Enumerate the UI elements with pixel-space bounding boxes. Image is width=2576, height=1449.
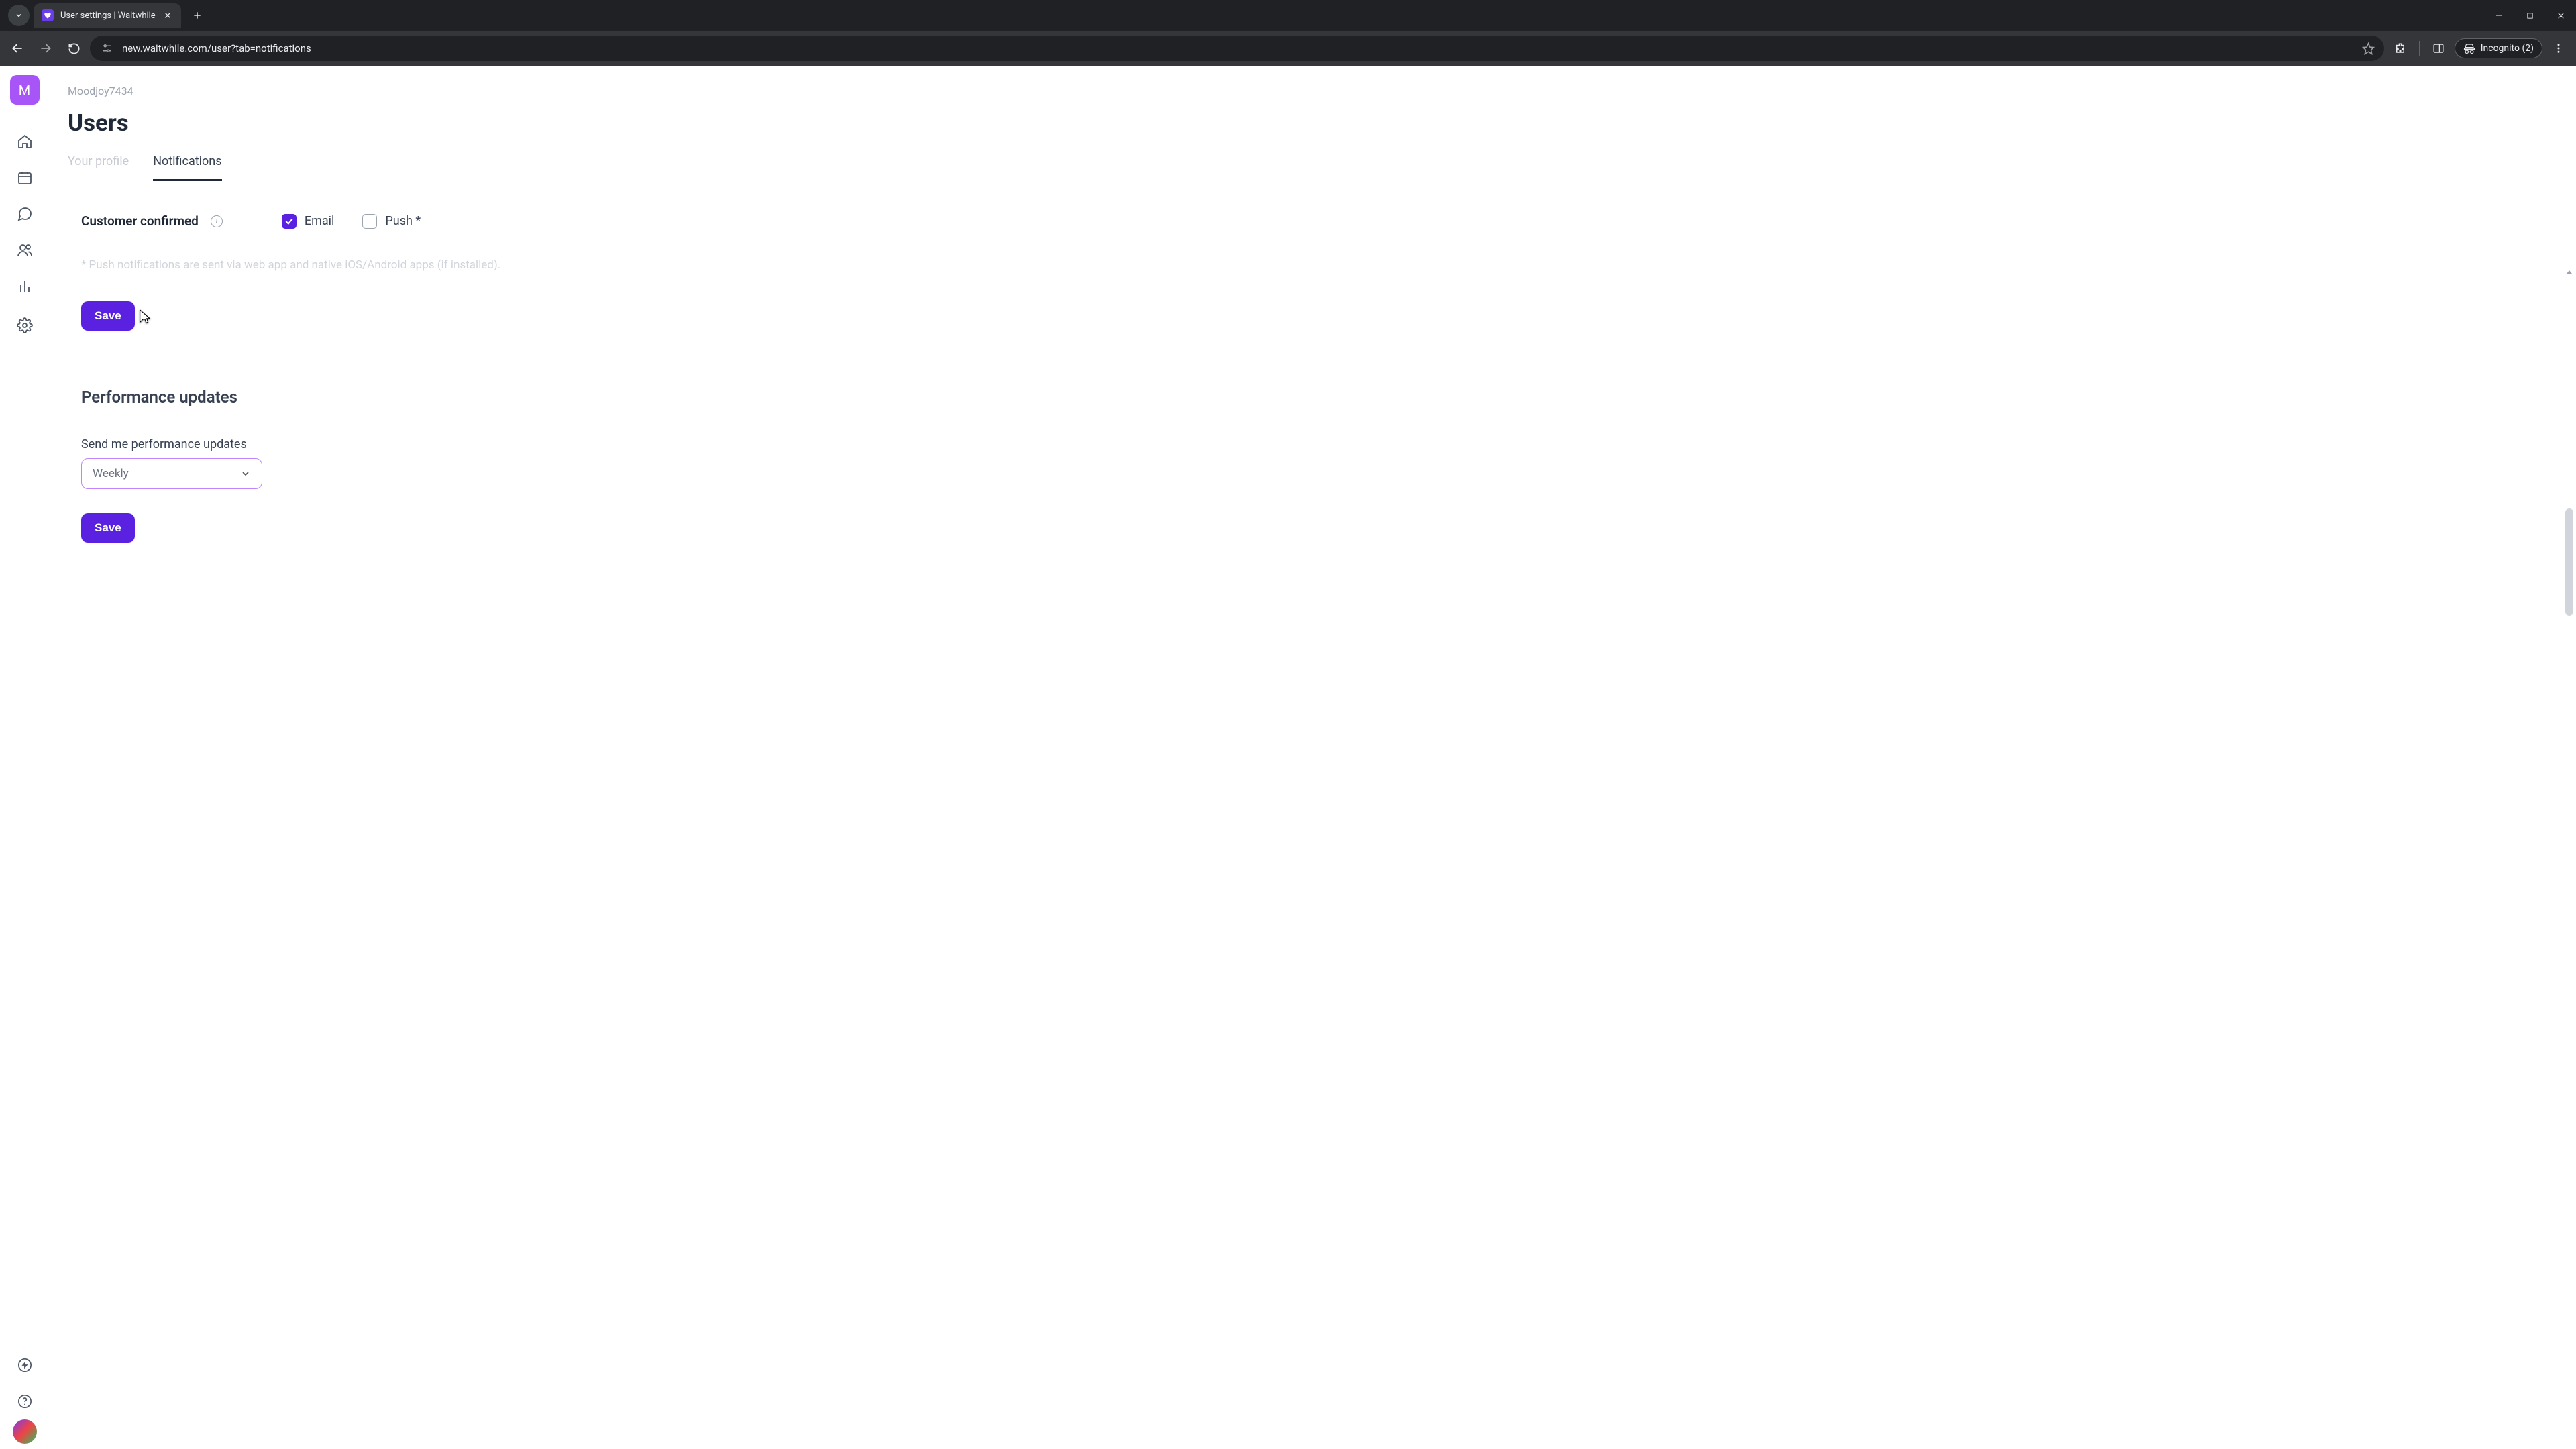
- tab-your-profile[interactable]: Your profile: [68, 154, 129, 181]
- tab-title: User settings | Waitwhile: [60, 11, 156, 21]
- bookmark-button[interactable]: [2362, 42, 2375, 55]
- tab-close-button[interactable]: [162, 10, 173, 21]
- sidebar-item-help[interactable]: [10, 1383, 40, 1419]
- sidebar-item-home[interactable]: [10, 123, 40, 160]
- info-icon[interactable]: i: [211, 215, 223, 227]
- toolbar-divider: [2419, 41, 2420, 56]
- address-bar[interactable]: new.waitwhile.com/user?tab=notifications: [90, 36, 2384, 61]
- sidepanel-button[interactable]: [2426, 36, 2451, 60]
- app: M Moodjoy7434 Users: [0, 66, 2576, 1449]
- performance-frequency-select[interactable]: Weekly: [81, 458, 262, 489]
- section-performance-heading: Performance updates: [81, 388, 2557, 407]
- sidebar-item-settings[interactable]: [10, 307, 40, 343]
- setting-customer-confirmed: Customer confirmed i Email Push *: [81, 213, 2557, 229]
- page-title: Users: [68, 109, 2557, 137]
- maximize-icon: [2526, 12, 2534, 19]
- page-header: Moodjoy7434 Users Your profile Notificat…: [49, 66, 2576, 181]
- bar-chart-icon: [17, 278, 33, 294]
- tabs-dropdown-button[interactable]: [8, 5, 30, 26]
- home-icon: [17, 133, 33, 150]
- window-close-button[interactable]: [2545, 0, 2576, 31]
- window-maximize-button[interactable]: [2514, 0, 2545, 31]
- tune-icon: [101, 42, 113, 54]
- arrow-right-icon: [39, 42, 52, 55]
- users-icon: [17, 242, 33, 258]
- close-icon: [164, 11, 172, 19]
- sidebar: M: [0, 66, 49, 1449]
- incognito-indicator[interactable]: Incognito (2): [2455, 38, 2542, 58]
- push-footnote: * Push notifications are sent via web ap…: [81, 258, 631, 272]
- content-area: Customer confirmed i Email Push * * Push…: [49, 181, 2576, 1437]
- gear-icon: [17, 317, 33, 333]
- puzzle-icon: [2394, 42, 2406, 54]
- checkbox-email[interactable]: [282, 214, 297, 229]
- window-controls: [2483, 0, 2576, 31]
- browser-tab[interactable]: User settings | Waitwhile: [34, 3, 181, 28]
- calendar-icon: [17, 170, 33, 186]
- browser-menu-button[interactable]: [2546, 36, 2571, 60]
- chevron-down-icon: [240, 468, 251, 479]
- page-tabs: Your profile Notifications: [68, 154, 2557, 181]
- sidebar-item-messages[interactable]: [10, 196, 40, 232]
- checkbox-push-label: Push *: [385, 214, 421, 228]
- sidebar-item-calendar[interactable]: [10, 160, 40, 196]
- tab-notifications[interactable]: Notifications: [153, 154, 221, 181]
- sidebar-item-analytics[interactable]: [10, 268, 40, 305]
- reload-icon: [68, 42, 80, 55]
- save-performance-button[interactable]: Save: [81, 513, 135, 543]
- browser-toolbar: new.waitwhile.com/user?tab=notifications…: [0, 31, 2576, 66]
- kebab-icon: [2553, 42, 2565, 54]
- breadcrumb-org: Moodjoy7434: [68, 85, 2557, 97]
- extensions-button[interactable]: [2388, 36, 2412, 60]
- org-avatar[interactable]: M: [10, 75, 40, 105]
- sidebar-item-users[interactable]: [10, 232, 40, 268]
- window-minimize-button[interactable]: [2483, 0, 2514, 31]
- url-text: new.waitwhile.com/user?tab=notifications: [122, 42, 2354, 54]
- toolbar-right: Incognito (2): [2388, 36, 2571, 60]
- browser-chrome: User settings | Waitwhile new.waitwhile.…: [0, 0, 2576, 66]
- chat-icon: [17, 206, 33, 222]
- star-icon: [2362, 42, 2375, 55]
- chevron-down-icon: [15, 11, 23, 19]
- checkbox-push[interactable]: [362, 214, 377, 229]
- check-icon: [284, 217, 294, 226]
- scroll-up-arrow-icon[interactable]: [2564, 267, 2575, 278]
- arrow-left-icon: [11, 42, 24, 55]
- main: Moodjoy7434 Users Your profile Notificat…: [49, 66, 2576, 1449]
- close-icon: [2557, 11, 2565, 20]
- user-avatar[interactable]: [13, 1419, 37, 1444]
- help-icon: [17, 1394, 32, 1409]
- panel-icon: [2432, 42, 2445, 54]
- checkbox-email-label: Email: [305, 214, 335, 228]
- favicon-icon: [42, 9, 54, 21]
- nav-back-button[interactable]: [5, 36, 30, 60]
- setting-label: Customer confirmed: [81, 213, 199, 229]
- sidebar-item-upgrade[interactable]: [10, 1347, 40, 1383]
- plus-icon: [193, 11, 202, 20]
- site-info-button[interactable]: [99, 41, 114, 56]
- incognito-label: Incognito (2): [2481, 43, 2534, 54]
- nav-reload-button[interactable]: [62, 36, 86, 60]
- minimize-icon: [2495, 11, 2503, 19]
- avatar-letter: M: [19, 82, 30, 98]
- tab-strip: User settings | Waitwhile: [0, 0, 2576, 31]
- save-notifications-button[interactable]: Save: [81, 301, 135, 331]
- new-tab-button[interactable]: [188, 6, 207, 25]
- mouse-cursor: [138, 309, 152, 326]
- incognito-icon: [2463, 42, 2475, 54]
- performance-field-label: Send me performance updates: [81, 437, 2557, 451]
- bolt-icon: [17, 1358, 32, 1373]
- nav-forward-button[interactable]: [34, 36, 58, 60]
- select-value: Weekly: [93, 467, 129, 480]
- scroll-thumb[interactable]: [2565, 508, 2573, 616]
